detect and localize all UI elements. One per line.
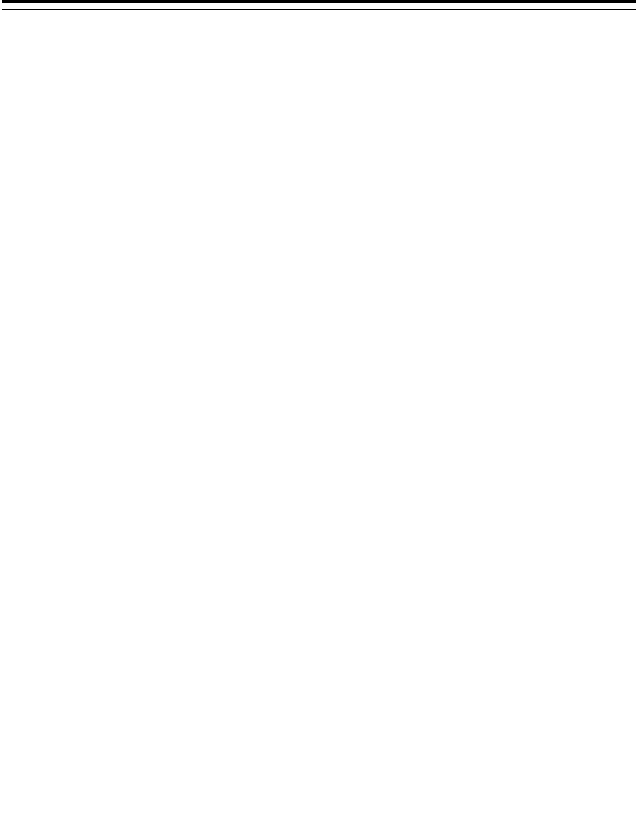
results-table <box>2 0 636 10</box>
table-rule-header <box>2 9 636 10</box>
table-page <box>0 0 640 826</box>
